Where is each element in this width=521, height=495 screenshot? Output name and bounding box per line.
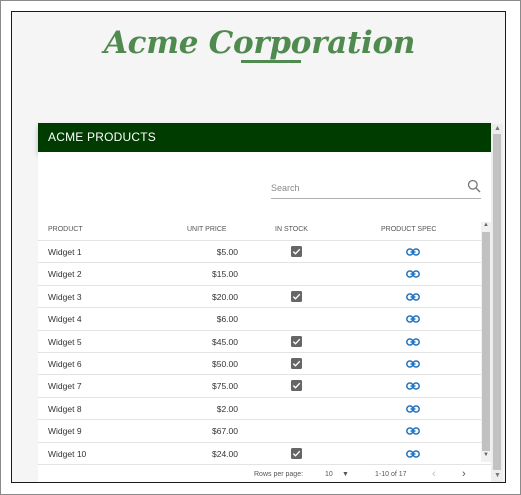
unit-price: $67.00: [212, 426, 238, 437]
chevron-left-icon[interactable]: ‹: [432, 468, 436, 480]
column-header-product[interactable]: PRODUCT: [48, 226, 83, 233]
link-icon[interactable]: [406, 403, 420, 415]
product-name: Widget 7: [48, 381, 82, 392]
unit-price: $50.00: [212, 358, 238, 369]
caret-down-icon[interactable]: ▼: [342, 471, 349, 478]
column-header-unit-price[interactable]: UNIT PRICE: [187, 226, 227, 233]
checkbox-checked-icon: [291, 380, 302, 392]
product-name: Widget 5: [48, 336, 82, 347]
unit-price: $45.00: [212, 336, 238, 347]
unit-price: $5.00: [216, 247, 238, 257]
unit-price: $20.00: [212, 291, 238, 302]
column-header-in-stock[interactable]: IN STOCK: [275, 226, 308, 233]
table-row[interactable]: Widget 7 $75.00: [38, 374, 481, 396]
product-name: Widget 1: [48, 247, 82, 257]
table-header: PRODUCT UNIT PRICE IN STOCK PRODUCT SPEC: [38, 224, 481, 240]
unit-price: $24.00: [212, 448, 238, 459]
unit-price: $6.00: [216, 314, 238, 325]
link-icon[interactable]: [406, 380, 420, 392]
rows-per-page-label: Rows per page:: [254, 471, 304, 478]
scroll-up-icon[interactable]: ▲: [483, 222, 489, 228]
product-name: Widget 9: [48, 426, 82, 437]
title-underline: [241, 60, 301, 63]
link-icon[interactable]: [406, 358, 420, 370]
unit-price: $2.00: [216, 403, 238, 414]
product-name: Widget 8: [48, 403, 82, 414]
page-title: Acme Corporation: [103, 25, 416, 61]
scroll-down-icon[interactable]: ▼: [483, 452, 489, 458]
page-container: Acme Corporation ACME PRODUCTS PRODUCT U…: [11, 11, 506, 483]
link-icon[interactable]: [406, 425, 420, 437]
table-scrollbar[interactable]: ▲ ▼: [481, 222, 491, 462]
table-row[interactable]: Widget 3 $20.00: [38, 284, 481, 307]
table-body: Widget 1 $5.00 Widget 2 $15.00 Widget 3 $20.0…: [38, 240, 481, 464]
search-input[interactable]: [271, 180, 451, 196]
checkbox-checked-icon: [291, 357, 302, 369]
link-icon[interactable]: [406, 336, 420, 348]
table-row[interactable]: Widget 1 $5.00: [38, 240, 481, 262]
table-row[interactable]: Widget 4 $6.00: [38, 307, 481, 329]
product-name: Widget 3: [48, 291, 82, 302]
product-name: Widget 10: [48, 448, 87, 459]
chevron-right-icon[interactable]: ›: [462, 468, 466, 480]
table-row[interactable]: Widget 10 $24.00: [38, 441, 481, 464]
page-scrollbar-thumb[interactable]: [493, 134, 501, 470]
link-icon[interactable]: [406, 246, 420, 258]
rows-per-page-select[interactable]: 10: [325, 471, 333, 478]
link-icon[interactable]: [406, 448, 420, 460]
card-header: ACME PRODUCTS: [38, 123, 491, 152]
product-name: Widget 2: [48, 269, 82, 280]
column-header-product-spec[interactable]: PRODUCT SPEC: [381, 226, 437, 233]
pagination-range: 1-10 of 17: [375, 471, 407, 478]
search-box: [271, 178, 481, 199]
search-icon[interactable]: [467, 179, 481, 193]
checkbox-checked-icon: [291, 335, 302, 347]
pagination-footer: Rows per page: 10 ▼ 1-10 of 17 ‹ ›: [38, 464, 491, 482]
table-row[interactable]: Widget 5 $45.00: [38, 329, 481, 352]
table-row[interactable]: Widget 8 $2.00: [38, 396, 481, 419]
checkbox-checked-icon: [291, 246, 302, 257]
table-row[interactable]: Widget 9 $67.00: [38, 419, 481, 441]
page-scroll-up-icon[interactable]: ▲: [494, 125, 501, 132]
products-card: PRODUCT UNIT PRICE IN STOCK PRODUCT SPEC…: [38, 152, 491, 482]
link-icon[interactable]: [406, 313, 420, 325]
checkbox-checked-icon: [291, 290, 302, 302]
page-scroll-down-icon[interactable]: ▼: [494, 472, 501, 479]
product-name: Widget 6: [48, 358, 82, 369]
link-icon[interactable]: [406, 268, 420, 280]
table-row[interactable]: Widget 2 $15.00: [38, 262, 481, 284]
link-icon[interactable]: [406, 291, 420, 303]
unit-price: $75.00: [212, 381, 238, 392]
page-scrollbar[interactable]: ▲ ▼: [491, 124, 503, 482]
table-row[interactable]: Widget 6 $50.00: [38, 351, 481, 374]
product-name: Widget 4: [48, 314, 82, 325]
card-title: ACME PRODUCTS: [48, 130, 156, 144]
window-frame: Acme Corporation ACME PRODUCTS PRODUCT U…: [0, 0, 521, 495]
unit-price: $15.00: [212, 269, 238, 280]
table-scrollbar-thumb[interactable]: [482, 232, 490, 451]
checkbox-checked-icon: [291, 447, 302, 459]
